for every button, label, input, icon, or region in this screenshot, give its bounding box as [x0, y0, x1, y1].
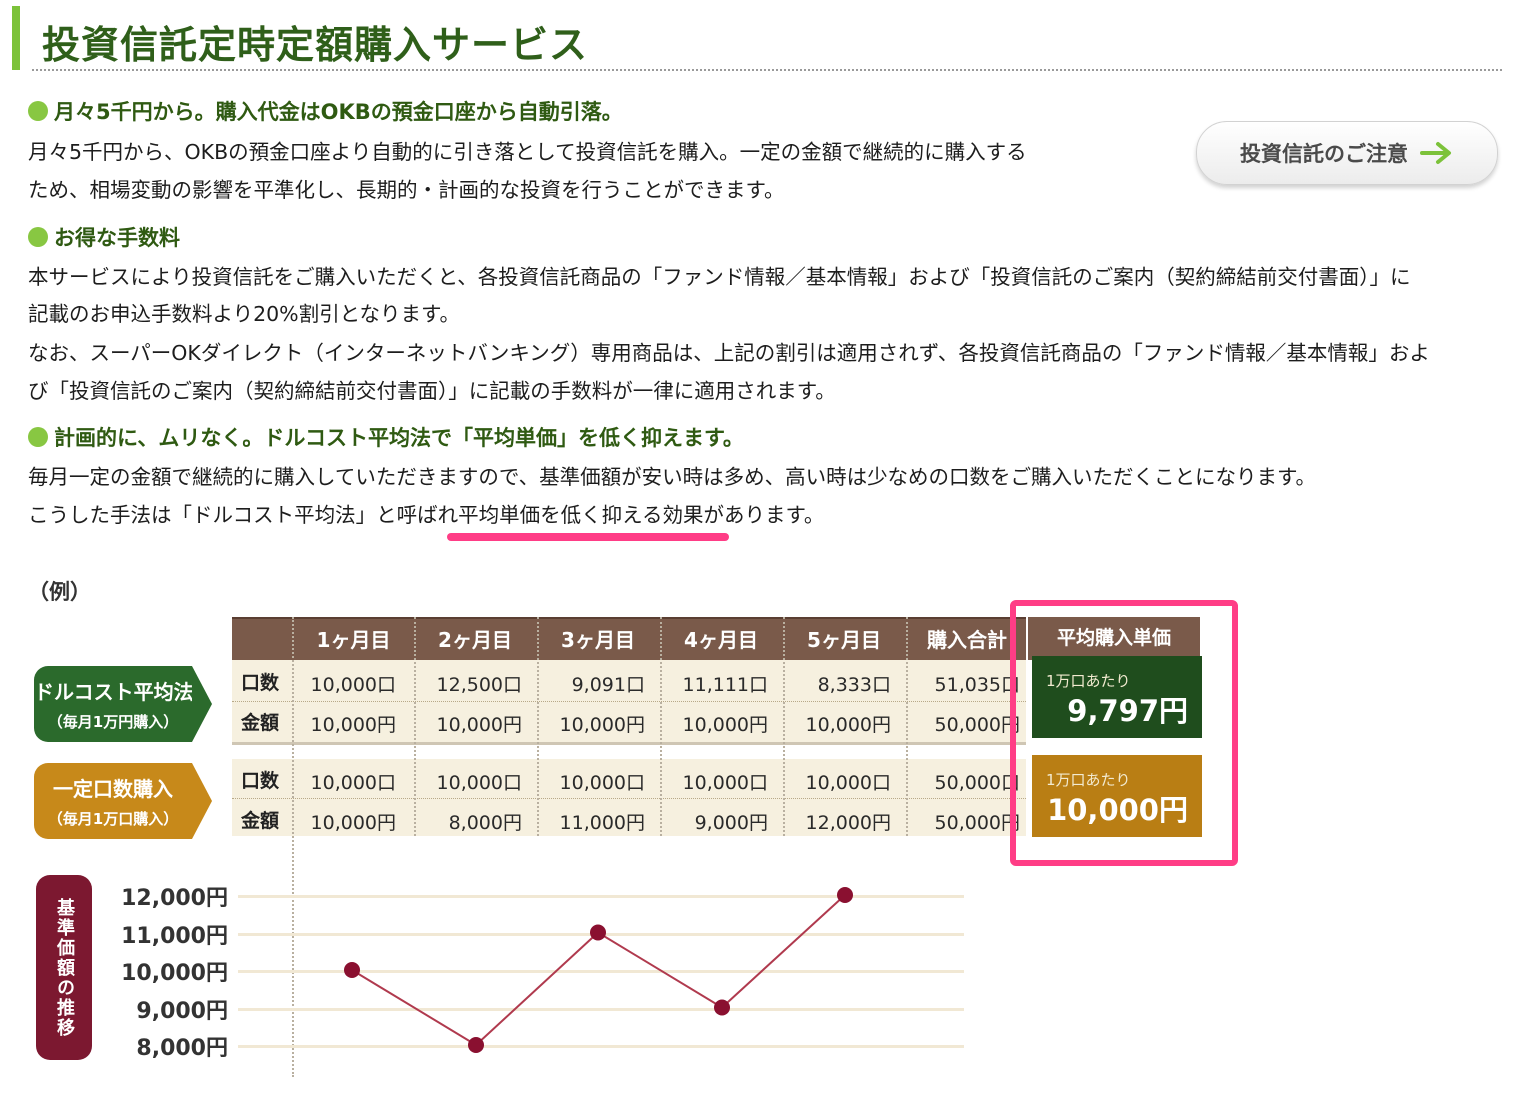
- highlight-frame: [1010, 600, 1238, 866]
- fund-notice-button-label: 投資信託のご注意: [1240, 142, 1408, 166]
- data-point: [837, 887, 853, 903]
- data-point: [714, 999, 730, 1016]
- fund-notice-button[interactable]: 投資信託のご注意: [1196, 121, 1498, 185]
- data-point: [468, 1037, 484, 1053]
- arrow-right-icon: [1420, 142, 1451, 164]
- series-line: [351, 894, 846, 1047]
- data-point: [344, 962, 360, 978]
- line-chart-svg: [344, 887, 853, 1053]
- data-point: [590, 924, 606, 941]
